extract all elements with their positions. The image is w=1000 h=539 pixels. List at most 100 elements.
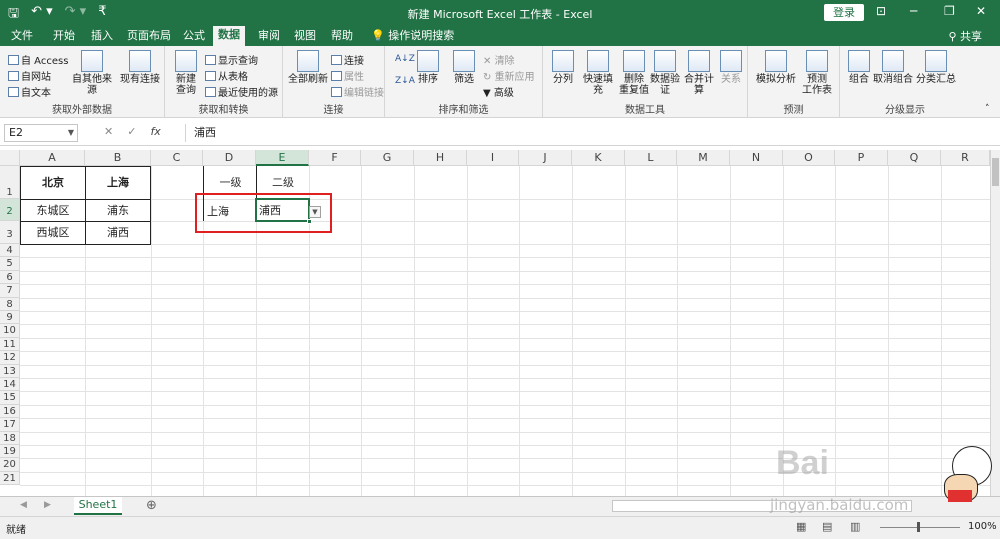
tab-review[interactable]: 审阅 bbox=[253, 28, 285, 44]
ungroup-button[interactable]: 取消组合 bbox=[872, 50, 914, 85]
from-access-button[interactable]: 自 Access bbox=[8, 52, 68, 67]
col-header-q[interactable]: Q bbox=[888, 150, 941, 166]
row-header-9[interactable]: 9 bbox=[0, 311, 20, 325]
row-header-6[interactable]: 6 bbox=[0, 270, 20, 285]
col-header-e[interactable]: E bbox=[256, 150, 309, 166]
formula-input[interactable]: 浦西 bbox=[185, 124, 995, 142]
text-to-columns-button[interactable]: 分列 bbox=[549, 50, 577, 85]
row-header-18[interactable]: 18 bbox=[0, 431, 20, 445]
tab-data[interactable]: 数据 bbox=[213, 26, 245, 46]
share-button[interactable]: ⚲ 共享 bbox=[948, 28, 982, 44]
data-validation-button[interactable]: 数据验 证 bbox=[649, 50, 681, 96]
normal-view-icon[interactable]: ▦ bbox=[796, 520, 806, 533]
name-box[interactable]: E2 ▼ bbox=[4, 124, 78, 142]
col-header-h[interactable]: H bbox=[414, 150, 467, 166]
consolidate-button[interactable]: 合并计算 bbox=[681, 50, 717, 96]
tab-file[interactable]: 文件 bbox=[6, 28, 38, 44]
group-button[interactable]: 组合 bbox=[846, 50, 872, 85]
cell-b2[interactable]: 浦东 bbox=[85, 199, 151, 222]
from-table-button[interactable]: 从表格 bbox=[205, 68, 248, 83]
row-header-14[interactable]: 14 bbox=[0, 378, 20, 392]
refresh-all-button[interactable]: 全部刷新 bbox=[287, 50, 329, 85]
tell-me-search[interactable]: 💡 操作说明搜索 bbox=[366, 28, 459, 44]
sort-button[interactable]: 排序 bbox=[413, 50, 443, 85]
scroll-right-icon[interactable]: ▶ bbox=[44, 500, 51, 510]
col-header-k[interactable]: K bbox=[572, 150, 625, 166]
col-header-a[interactable]: A bbox=[20, 150, 85, 166]
row-header-13[interactable]: 13 bbox=[0, 364, 20, 378]
col-header-n[interactable]: N bbox=[730, 150, 783, 166]
sort-za-icon[interactable]: Z↓A bbox=[395, 76, 415, 86]
vertical-scroll-thumb[interactable] bbox=[992, 158, 999, 186]
tab-formulas[interactable]: 公式 bbox=[178, 28, 210, 44]
enter-icon[interactable]: ✓ bbox=[127, 125, 136, 138]
remove-duplicates-button[interactable]: 删除 重复值 bbox=[619, 50, 649, 96]
vertical-scrollbar[interactable] bbox=[990, 150, 1000, 496]
existing-connections-button[interactable]: 现有连接 bbox=[118, 50, 162, 85]
row-header-11[interactable]: 11 bbox=[0, 337, 20, 352]
col-header-c[interactable]: C bbox=[151, 150, 203, 166]
row-header-3[interactable]: 3 bbox=[0, 221, 20, 244]
zoom-level[interactable]: 100% bbox=[968, 521, 997, 532]
chevron-down-icon[interactable]: ▼ bbox=[68, 125, 74, 141]
clear-button[interactable]: ✕ 清除 bbox=[483, 52, 515, 67]
insert-function-icon[interactable]: fx bbox=[150, 125, 160, 138]
row-header-17[interactable]: 17 bbox=[0, 418, 20, 432]
horizontal-scrollbar[interactable] bbox=[612, 500, 912, 512]
properties-button[interactable]: 属性 bbox=[331, 68, 364, 83]
col-header-d[interactable]: D bbox=[203, 150, 256, 166]
page-layout-view-icon[interactable]: ▤ bbox=[822, 520, 832, 533]
row-header-1[interactable]: 1 bbox=[0, 166, 20, 199]
cell-a1[interactable]: 北京 bbox=[20, 166, 86, 200]
cell-a3[interactable]: 西城区 bbox=[20, 221, 86, 245]
sheet-tab-sheet1[interactable]: Sheet1 bbox=[74, 497, 122, 515]
what-if-button[interactable]: 模拟分析 bbox=[756, 50, 796, 85]
row-header-7[interactable]: 7 bbox=[0, 284, 20, 298]
scroll-left-icon[interactable]: ◀ bbox=[20, 500, 27, 510]
tab-home[interactable]: 开始 bbox=[48, 28, 80, 44]
advanced-filter-button[interactable]: ▼ 高级 bbox=[483, 84, 514, 99]
relationships-button[interactable]: 关系 bbox=[719, 50, 743, 85]
row-header-8[interactable]: 8 bbox=[0, 297, 20, 311]
row-header-5[interactable]: 5 bbox=[0, 257, 20, 271]
col-header-p[interactable]: P bbox=[835, 150, 888, 166]
flash-fill-button[interactable]: 快速填充 bbox=[579, 50, 617, 96]
row-header-4[interactable]: 4 bbox=[0, 244, 20, 258]
other-sources-button[interactable]: 自其他来源 bbox=[68, 50, 116, 96]
worksheet-grid[interactable]: A B C D E F G H I J K L M N O P Q R 1 2 … bbox=[0, 150, 990, 496]
ribbon-display-icon[interactable]: ⊡ bbox=[876, 4, 886, 18]
collapse-ribbon-icon[interactable]: ˄ bbox=[985, 104, 990, 114]
from-web-button[interactable]: 自网站 bbox=[8, 68, 51, 83]
zoom-slider[interactable] bbox=[880, 527, 960, 528]
col-header-j[interactable]: J bbox=[519, 150, 572, 166]
restore-icon[interactable]: ❐ bbox=[944, 4, 955, 18]
row-header-16[interactable]: 16 bbox=[0, 404, 20, 419]
reapply-button[interactable]: ↻ 重新应用 bbox=[483, 68, 535, 83]
tab-help[interactable]: 帮助 bbox=[326, 28, 358, 44]
add-sheet-icon[interactable]: ⊕ bbox=[146, 498, 157, 513]
filter-button[interactable]: 筛选 bbox=[449, 50, 479, 85]
minimize-icon[interactable]: ─ bbox=[910, 4, 917, 18]
subtotal-button[interactable]: 分类汇总 bbox=[916, 50, 956, 85]
col-header-f[interactable]: F bbox=[309, 150, 361, 166]
col-header-i[interactable]: I bbox=[467, 150, 519, 166]
tab-page-layout[interactable]: 页面布局 bbox=[122, 28, 176, 44]
col-header-r[interactable]: R bbox=[941, 150, 990, 166]
show-queries-button[interactable]: 显示查询 bbox=[205, 52, 258, 67]
col-header-l[interactable]: L bbox=[625, 150, 677, 166]
row-header-15[interactable]: 15 bbox=[0, 391, 20, 405]
sort-az-icon[interactable]: A↓Z bbox=[395, 54, 415, 64]
login-button[interactable]: 登录 bbox=[824, 4, 864, 21]
tab-insert[interactable]: 插入 bbox=[86, 28, 118, 44]
row-header-12[interactable]: 12 bbox=[0, 351, 20, 365]
edit-links-button[interactable]: 编辑链接 bbox=[331, 84, 384, 99]
row-header-10[interactable]: 10 bbox=[0, 324, 20, 338]
tab-view[interactable]: 视图 bbox=[289, 28, 321, 44]
cancel-icon[interactable]: ✕ bbox=[104, 125, 113, 138]
cell-b1[interactable]: 上海 bbox=[85, 166, 151, 200]
close-icon[interactable]: ✕ bbox=[976, 4, 986, 18]
from-text-button[interactable]: 自文本 bbox=[8, 84, 51, 99]
connections-button[interactable]: 连接 bbox=[331, 52, 364, 67]
cell-b3[interactable]: 浦西 bbox=[85, 221, 151, 245]
row-header-20[interactable]: 20 bbox=[0, 458, 20, 472]
